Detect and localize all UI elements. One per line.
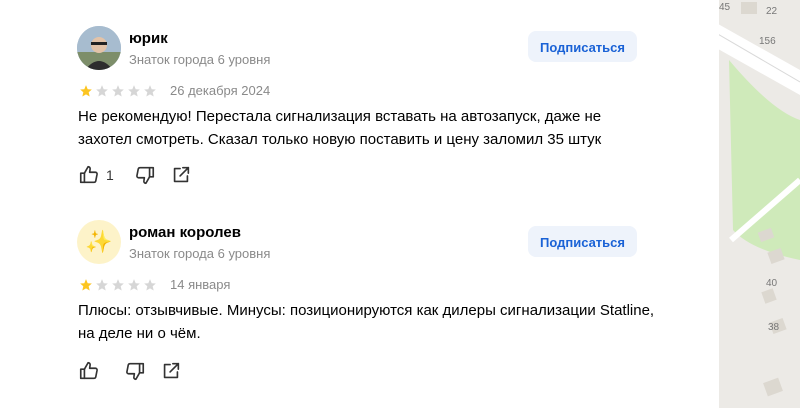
map-label: 156 <box>759 36 776 47</box>
subscribe-button[interactable]: Подписаться <box>528 31 637 62</box>
map-background <box>711 0 800 408</box>
rating-stars <box>79 278 157 292</box>
dislike-button[interactable] <box>134 164 156 186</box>
map-label: 38 <box>768 322 780 333</box>
review-text: Не рекомендую! Перестала сигнализация вс… <box>78 108 602 148</box>
thumbs-up-icon <box>79 361 98 380</box>
thumbs-down-icon <box>126 362 145 381</box>
star-empty-icon <box>144 85 156 97</box>
thumbs-up-icon <box>79 165 98 184</box>
review-card: ✨ роман королев Знаток города 6 уровня П… <box>0 190 711 408</box>
star-empty-icon <box>112 85 124 97</box>
review-date: 26 декабря 2024 <box>170 83 271 98</box>
thumbs-down-icon <box>135 166 154 185</box>
review-card: юрик Знаток города 6 уровня Подписаться … <box>0 0 711 200</box>
sparkles-icon: ✨ <box>85 229 113 254</box>
author-name[interactable]: роман королев <box>129 224 241 241</box>
share-button[interactable] <box>170 164 192 186</box>
like-button[interactable] <box>78 360 106 382</box>
star-empty-icon <box>128 85 140 97</box>
review-date: 14 января <box>170 277 231 292</box>
star-empty-icon <box>144 279 156 291</box>
rating-stars <box>79 84 157 98</box>
map-label: 22 <box>766 6 778 17</box>
share-icon <box>163 362 180 379</box>
like-button[interactable]: 1 <box>78 164 114 186</box>
reviews-panel: юрик Знаток города 6 уровня Подписаться … <box>0 0 711 408</box>
review-text: Плюсы: отзывчивые. Минусы: позиционируют… <box>78 302 655 342</box>
like-count: 1 <box>106 167 114 183</box>
avatar[interactable] <box>77 26 121 70</box>
author-badge: Знаток города 6 уровня <box>129 52 271 67</box>
author-badge: Знаток города 6 уровня <box>129 246 271 261</box>
star-empty-icon <box>112 279 124 291</box>
review-actions <box>78 360 182 382</box>
star-filled-icon <box>80 85 92 97</box>
star-empty-icon <box>128 279 140 291</box>
subscribe-button[interactable]: Подписаться <box>528 226 637 257</box>
star-filled-icon <box>80 279 92 291</box>
star-empty-icon <box>96 279 108 291</box>
author-name[interactable]: юрик <box>129 30 168 47</box>
map-label: 45 <box>719 2 731 13</box>
map-view[interactable]: 45 22 156 40 38 <box>711 0 800 408</box>
avatar[interactable]: ✨ <box>77 220 121 264</box>
review-actions: 1 <box>78 164 192 186</box>
map-label: 40 <box>766 278 778 289</box>
dislike-button[interactable] <box>124 360 146 382</box>
share-button[interactable] <box>160 360 182 382</box>
share-icon <box>173 166 189 183</box>
star-empty-icon <box>96 85 108 97</box>
